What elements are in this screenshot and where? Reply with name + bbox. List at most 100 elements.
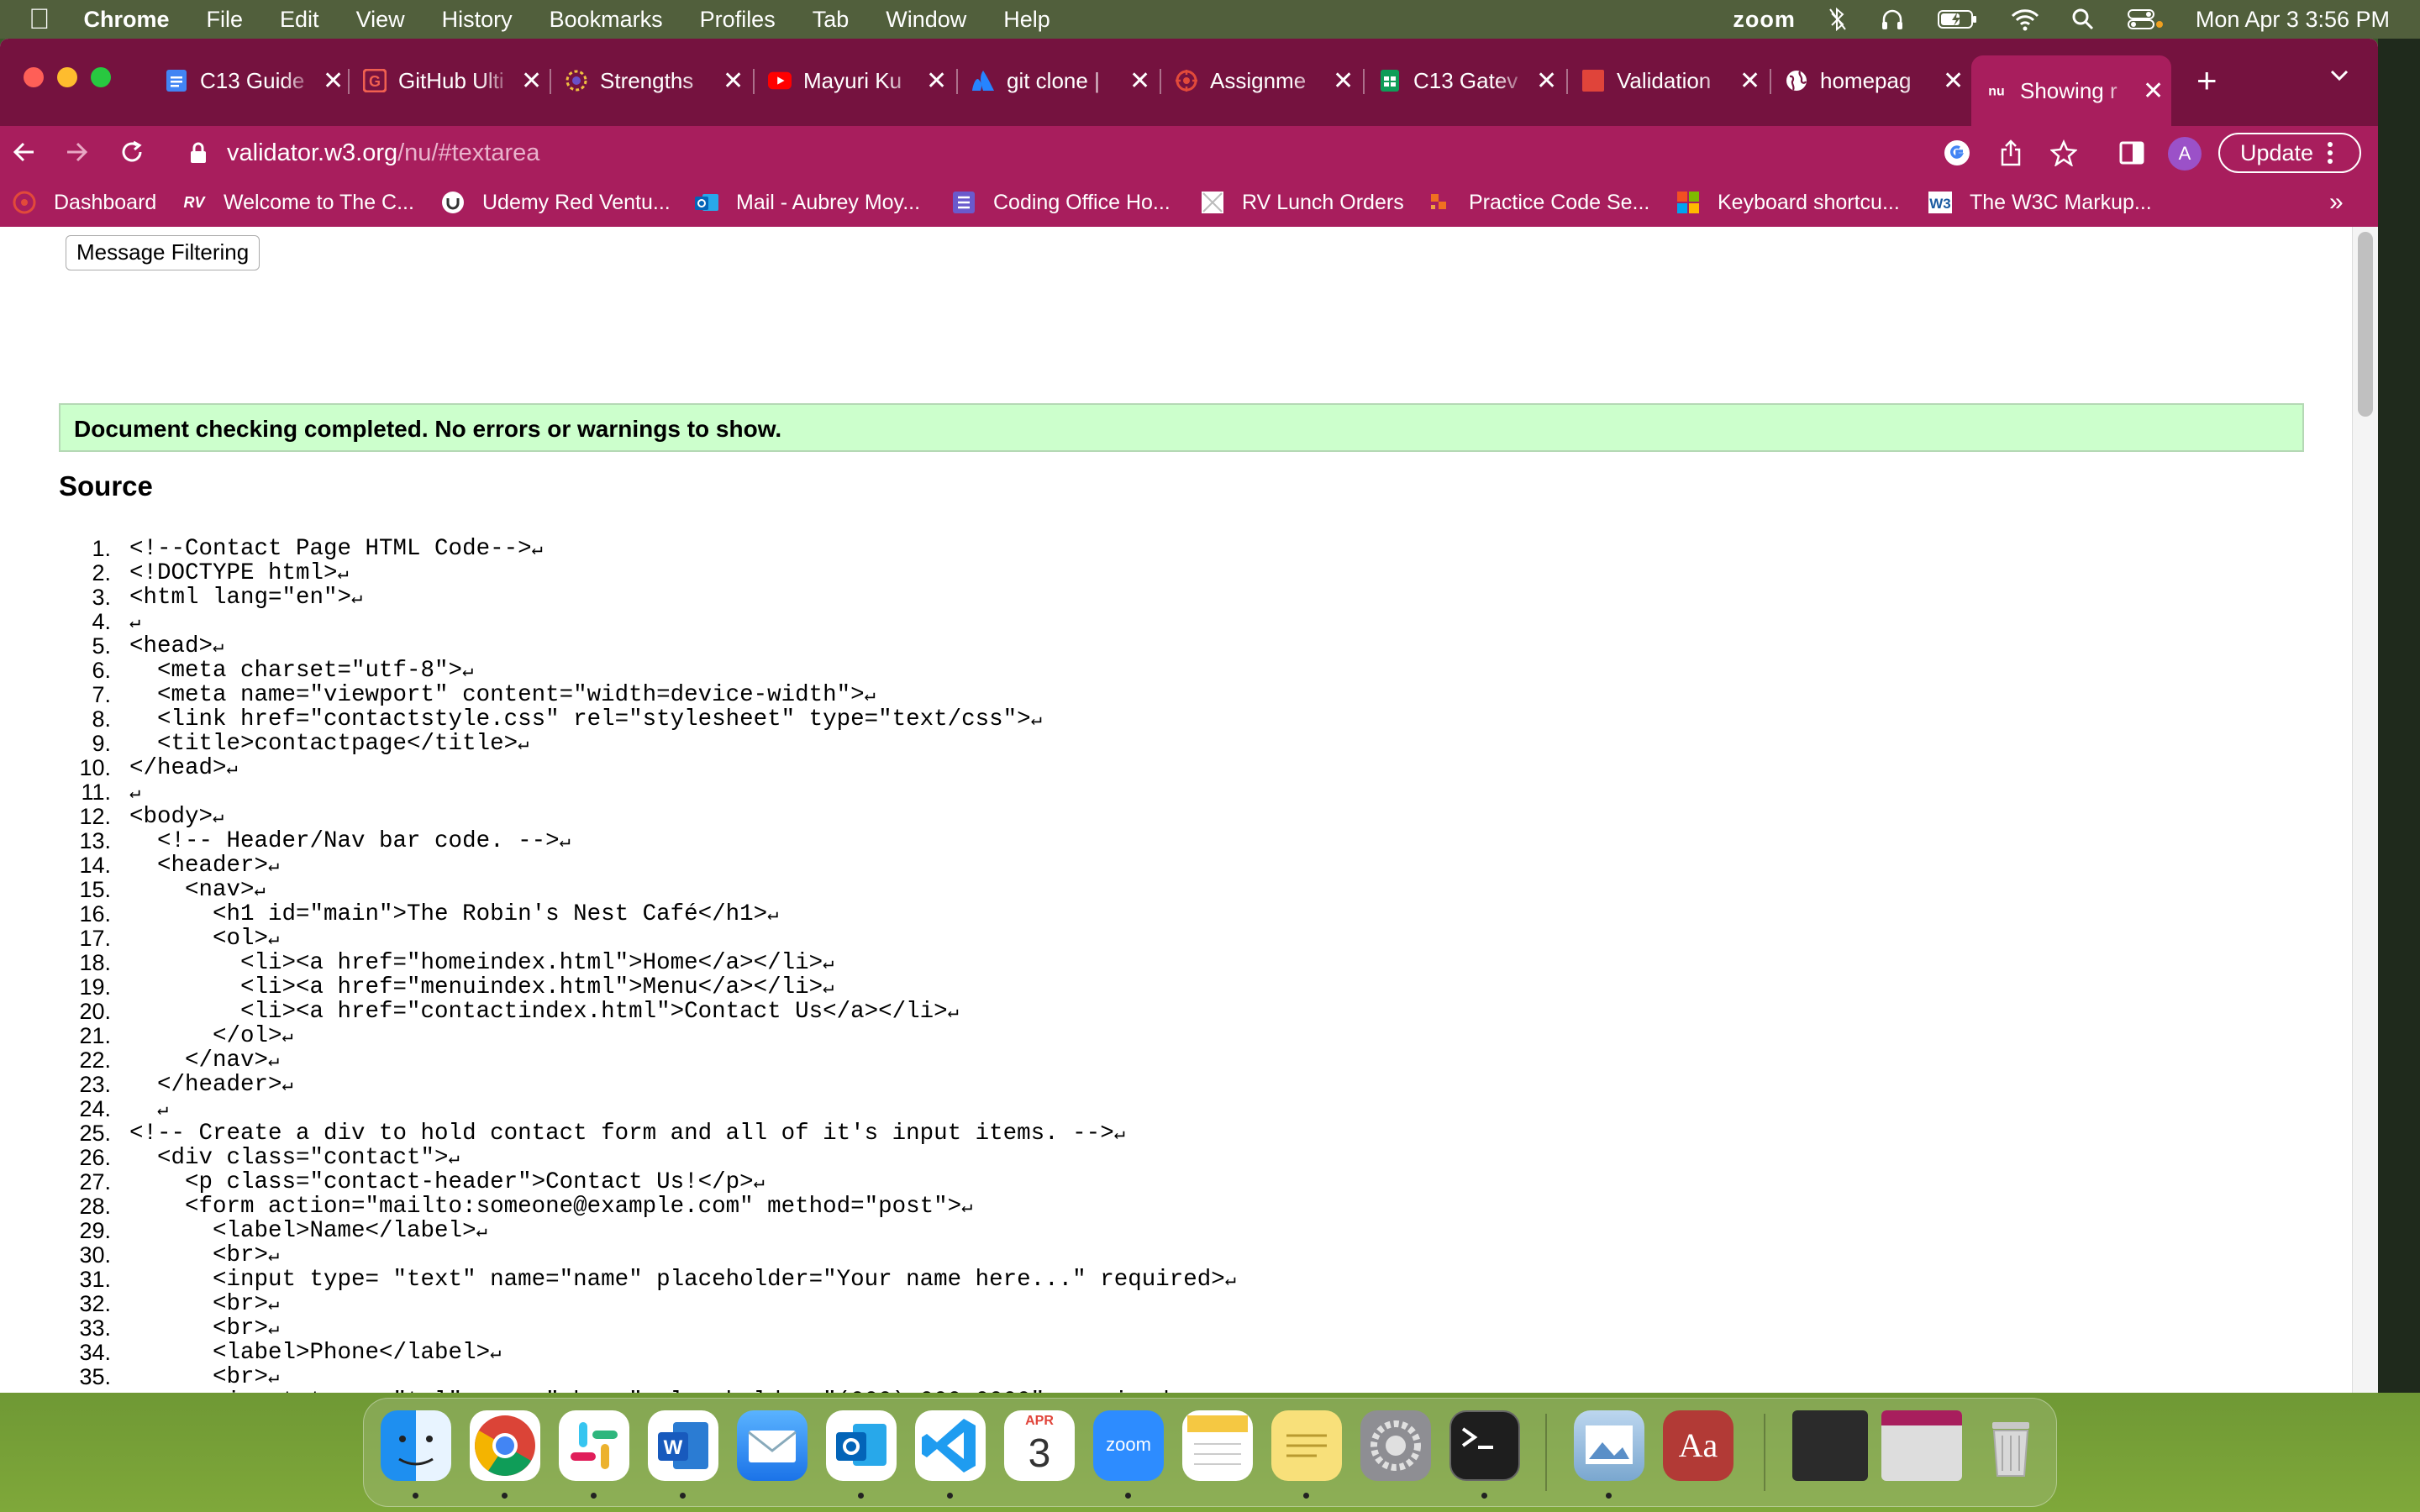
background-window-edge (2378, 39, 2420, 1393)
menu-edit[interactable]: Edit (280, 7, 319, 33)
menu-tab[interactable]: Tab (813, 7, 850, 33)
slack-icon[interactable] (559, 1410, 629, 1481)
tab-github-ultimate[interactable]: G GitHub Ulti ✕ (350, 57, 544, 104)
tab-close-icon[interactable]: ✕ (521, 66, 542, 96)
tab-c13-gateway[interactable]: C13 Gatev ✕ (1365, 57, 1560, 104)
bookmark-coding-office[interactable]: Coding Office Ho... (951, 190, 1171, 215)
forward-arrow-icon[interactable] (64, 139, 89, 165)
line-number: 21. (79, 1023, 111, 1048)
side-panel-icon[interactable] (2119, 141, 2144, 165)
zoom-icon[interactable]: zoom (1093, 1410, 1164, 1481)
bookmark-welcome[interactable]: RV Welcome to The C... (182, 190, 413, 215)
mail-icon[interactable] (737, 1410, 808, 1481)
menu-profiles[interactable]: Profiles (700, 7, 776, 33)
bookmark-practice-code[interactable]: Practice Code Se... (1427, 190, 1649, 215)
trash-icon[interactable] (1975, 1410, 2046, 1481)
dictionary-icon[interactable]: Aa (1663, 1410, 1733, 1481)
tab-close-icon[interactable]: ✕ (1943, 66, 1964, 96)
close-window-button[interactable] (24, 67, 44, 87)
system-settings-icon[interactable] (1360, 1410, 1431, 1481)
terminal-icon[interactable] (1449, 1410, 1520, 1481)
fullscreen-window-button[interactable] (91, 67, 111, 87)
bookmark-rv-lunch[interactable]: RV Lunch Orders (1200, 190, 1404, 215)
browser-toolbar: validator.w3.org/nu/#textarea A Update (0, 126, 2378, 180)
tab-close-icon[interactable]: ✕ (323, 66, 344, 96)
line-number: 6. (92, 658, 111, 683)
profile-avatar[interactable]: A (2168, 137, 2202, 171)
page-content: Message Filtering Document checking comp… (0, 227, 2378, 1393)
tab-youtube[interactable]: Mayuri Ku ✕ (755, 57, 950, 104)
bluetooth-off-icon[interactable] (1828, 7, 1848, 32)
preview-icon[interactable] (1574, 1410, 1644, 1481)
bookmark-dashboard[interactable]: Dashboard (12, 190, 156, 215)
control-center-icon[interactable] (2127, 8, 2164, 31)
tab-c13-guide[interactable]: C13 Guide ✕ (151, 57, 346, 104)
wifi-icon[interactable] (2011, 8, 2039, 31)
outlook-icon[interactable] (826, 1410, 897, 1481)
new-tab-plus-icon[interactable]: + (2196, 60, 2217, 101)
tab-strengths[interactable]: Strengths ✕ (551, 57, 746, 104)
headphones-icon[interactable] (1880, 7, 1905, 32)
vertical-scrollbar[interactable] (2352, 227, 2378, 1393)
recent-window-2[interactable] (1881, 1410, 1962, 1481)
message-filtering-button[interactable]: Message Filtering (66, 235, 260, 270)
recent-window-1[interactable] (1792, 1410, 1868, 1481)
menu-app-name[interactable]: Chrome (84, 7, 170, 33)
tab-close-icon[interactable]: ✕ (2143, 76, 2164, 106)
chrome-icon[interactable] (470, 1410, 540, 1481)
google-lens-icon[interactable] (1943, 139, 1971, 167)
tab-assignment[interactable]: Assignme ✕ (1161, 57, 1356, 104)
menu-bookmarks[interactable]: Bookmarks (550, 7, 663, 33)
line-text: </header>↵ (129, 1072, 293, 1098)
menu-window[interactable]: Window (886, 7, 966, 33)
menu-file[interactable]: File (207, 7, 244, 33)
minimize-window-button[interactable] (57, 67, 77, 87)
bookmark-keyboard-shortcuts[interactable]: Keyboard shortcu... (1676, 190, 1900, 215)
line-feed-icon: ↵ (281, 1026, 293, 1047)
bookmark-star-icon[interactable] (2050, 139, 2077, 166)
kebab-menu-icon[interactable] (2327, 141, 2333, 165)
tab-close-icon[interactable]: ✕ (1739, 66, 1760, 96)
tab-close-icon[interactable]: ✕ (723, 66, 744, 96)
menu-datetime[interactable]: Mon Apr 3 3:56 PM (2196, 7, 2390, 33)
notes-icon[interactable] (1182, 1410, 1253, 1481)
share-icon[interactable] (2000, 139, 2022, 166)
word-icon[interactable]: W (648, 1410, 718, 1481)
finder-icon[interactable] (381, 1410, 451, 1481)
vscode-icon[interactable] (915, 1410, 986, 1481)
zoom-status-label[interactable]: zoom (1733, 7, 1796, 33)
line-text: <li><a href="homeindex.html">Home</a></l… (129, 950, 834, 976)
nu-validator-icon: nu (1985, 79, 2008, 102)
tab-showing-results[interactable]: nu Showing r ✕ (1971, 55, 2171, 126)
tab-homepage[interactable]: homepag ✕ (1771, 57, 1966, 104)
menu-history[interactable]: History (442, 7, 513, 33)
apple-menu-icon[interactable]:  (29, 3, 50, 36)
running-indicator (1481, 1493, 1487, 1499)
update-button[interactable]: Update (2218, 133, 2361, 173)
spotlight-search-icon[interactable] (2071, 8, 2095, 31)
reload-icon[interactable] (119, 139, 145, 165)
menu-help[interactable]: Help (1003, 7, 1050, 33)
bookmark-w3c-markup[interactable]: W3 The W3C Markup... (1928, 190, 2152, 215)
back-arrow-icon[interactable] (12, 139, 37, 165)
tab-close-icon[interactable]: ✕ (1536, 66, 1557, 96)
battery-icon[interactable] (1937, 8, 1979, 30)
tab-close-icon[interactable]: ✕ (926, 66, 947, 96)
tab-search-chevron-down-icon[interactable] (2329, 69, 2349, 82)
line-number: 2. (92, 560, 111, 585)
menu-view[interactable]: View (356, 7, 405, 33)
line-text: <input type= "text" name="name" placehol… (129, 1267, 1236, 1293)
bookmarks-overflow-icon[interactable]: » (2329, 188, 2344, 217)
bookmark-mail[interactable]: Mail - Aubrey Moy... (694, 190, 920, 215)
line-feed-icon: ↵ (351, 588, 363, 609)
tab-close-icon[interactable]: ✕ (1129, 66, 1150, 96)
stickies-icon[interactable] (1271, 1410, 1342, 1481)
address-bar[interactable]: validator.w3.org/nu/#textarea (165, 131, 1907, 175)
scrollbar-thumb[interactable] (2358, 232, 2373, 417)
tab-git-clone[interactable]: git clone | ✕ (958, 57, 1153, 104)
tab-close-icon[interactable]: ✕ (1333, 66, 1354, 96)
bookmark-udemy[interactable]: Udemy Red Ventu... (440, 190, 671, 215)
tab-validation[interactable]: Validation ✕ (1568, 57, 1763, 104)
calendar-icon[interactable]: APR 3 (1004, 1410, 1075, 1481)
lock-icon[interactable] (190, 142, 207, 164)
